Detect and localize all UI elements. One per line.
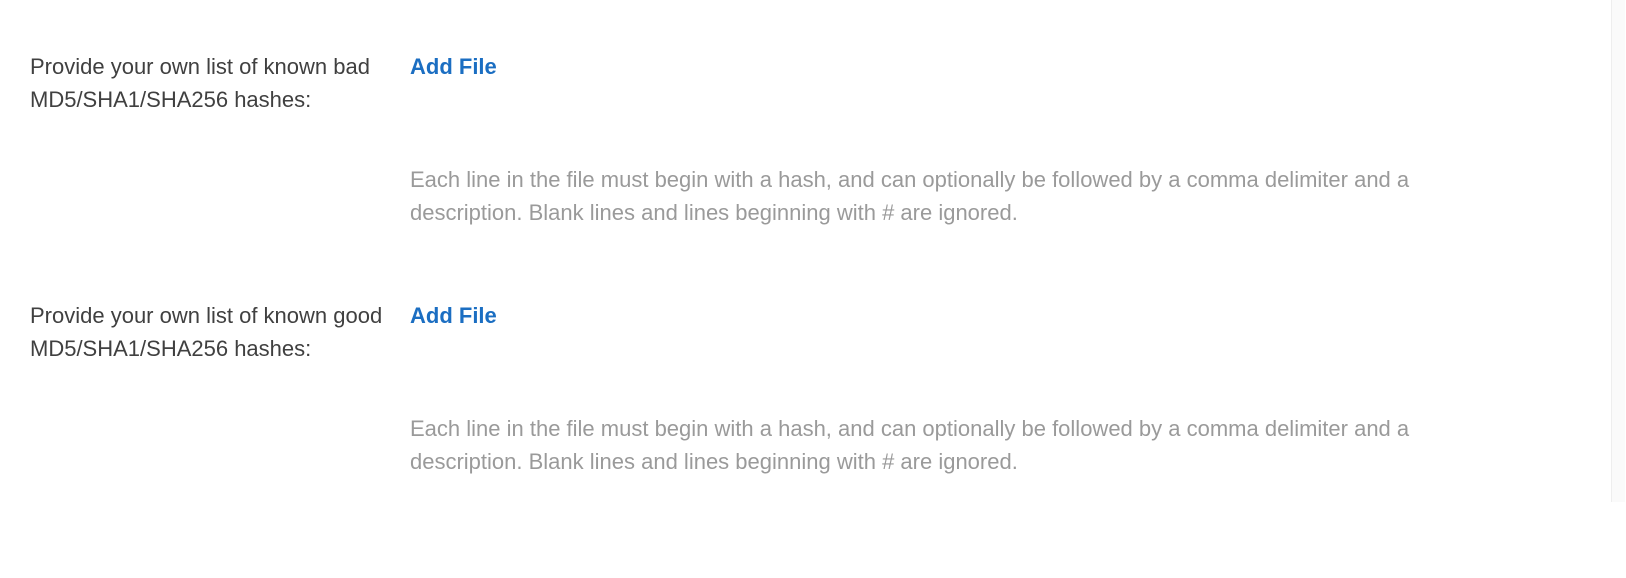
good-hashes-row: Provide your own list of known good MD5/… [30,299,1596,478]
bad-hashes-label: Provide your own list of known bad MD5/S… [30,50,410,229]
add-file-good-hashes-link[interactable]: Add File [410,299,497,332]
good-hashes-help-text: Each line in the file must begin with a … [410,412,1476,478]
hash-settings-panel: Provide your own list of known bad MD5/S… [0,0,1626,578]
add-file-bad-hashes-link[interactable]: Add File [410,50,497,83]
bad-hashes-content: Add File Each line in the file must begi… [410,50,1596,229]
vertical-scrollbar[interactable] [1611,0,1625,502]
good-hashes-content: Add File Each line in the file must begi… [410,299,1596,478]
bad-hashes-help-text: Each line in the file must begin with a … [410,163,1476,229]
good-hashes-label: Provide your own list of known good MD5/… [30,299,410,478]
bad-hashes-row: Provide your own list of known bad MD5/S… [30,50,1596,229]
